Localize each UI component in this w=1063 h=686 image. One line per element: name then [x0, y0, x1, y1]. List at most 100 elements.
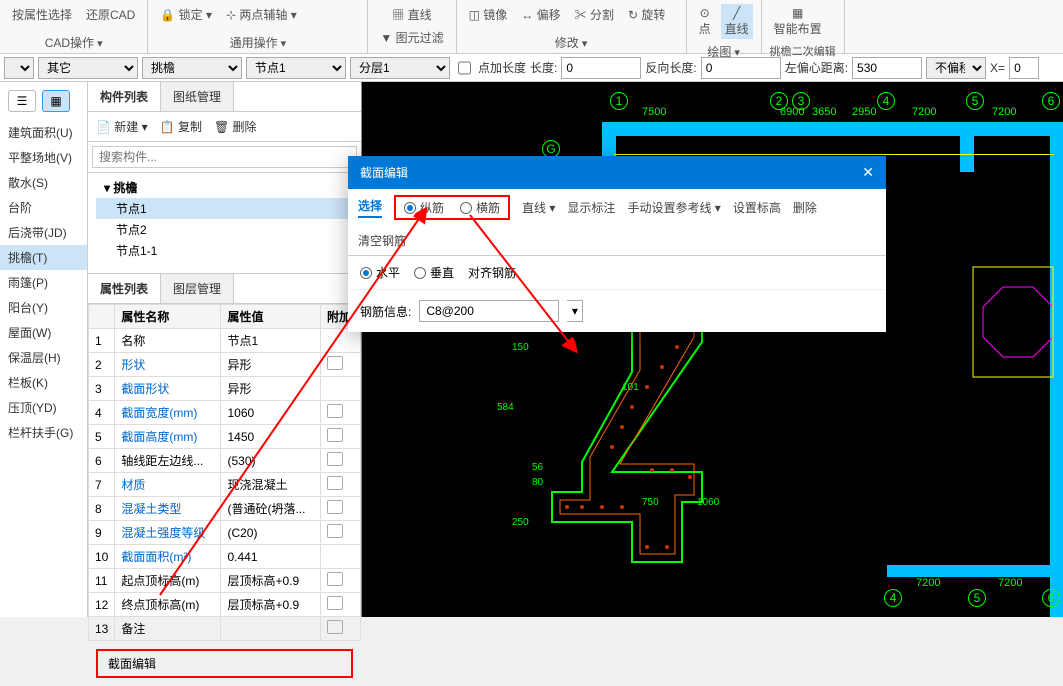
tool-delete[interactable]: 删除: [793, 199, 817, 216]
property-row[interactable]: 8混凝土类型(普通砼(坍落...: [89, 497, 361, 521]
tool-set-scale[interactable]: 设置标高: [733, 199, 781, 216]
search-input[interactable]: [92, 146, 357, 168]
property-row[interactable]: 10截面面积(m²)0.441: [89, 545, 361, 569]
section-shape: [522, 302, 732, 582]
tab-drawing-manage[interactable]: 图纸管理: [161, 82, 234, 111]
reverse-length-input[interactable]: [701, 57, 781, 79]
dim: 584: [497, 402, 514, 413]
split[interactable]: ✂ 分割: [571, 4, 618, 25]
radio-longitudinal[interactable]: 纵筋: [404, 199, 444, 216]
left-offset-input[interactable]: [852, 57, 922, 79]
sidebar-item[interactable]: 屋面(W): [0, 320, 87, 345]
line-tool[interactable]: ▦ 直线: [388, 4, 435, 25]
property-row[interactable]: 4截面宽度(mm)1060: [89, 401, 361, 425]
sidebar-item[interactable]: 阳台(Y): [0, 295, 87, 320]
sidebar-item[interactable]: 散水(S): [0, 170, 87, 195]
two-point-axis[interactable]: ⊹ 两点辅轴 ▾: [222, 4, 301, 25]
offset[interactable]: ↔ 偏移: [517, 4, 564, 25]
property-row[interactable]: 1名称节点1: [89, 329, 361, 353]
grid-view-icon[interactable]: ▦: [42, 90, 70, 112]
point-add-length-checkbox[interactable]: [458, 57, 471, 79]
rebar-direction-group: 纵筋 横筋: [394, 195, 510, 220]
dialog-title-text: 截面编辑: [360, 164, 408, 181]
property-row[interactable]: 6轴线距左边线...(530): [89, 449, 361, 473]
element-filter[interactable]: ▼ 图元过滤: [376, 27, 447, 48]
tree-parent[interactable]: ▾ 挑檐: [96, 177, 353, 198]
x-input[interactable]: [1009, 57, 1039, 79]
property-row[interactable]: 12终点顶标高(m)层顶标高+0.9: [89, 593, 361, 617]
radio-vertical[interactable]: 垂直: [414, 264, 454, 281]
select-layer[interactable]: 分层1: [350, 57, 450, 79]
axis-dim: 6900: [780, 106, 804, 118]
tool-show-dim[interactable]: 显示标注: [567, 199, 615, 216]
property-row[interactable]: 3截面形状异形: [89, 377, 361, 401]
col-value: 属性值: [221, 305, 321, 329]
rebar-dropdown-icon[interactable]: ▾: [567, 300, 583, 322]
sidebar-item[interactable]: 台阶: [0, 195, 87, 220]
length-input[interactable]: [561, 57, 641, 79]
tree-item[interactable]: 节点1-1: [96, 240, 353, 261]
sidebar-item[interactable]: 平整场地(V): [0, 145, 87, 170]
rebar-info-row: 钢筋信息: ▾: [348, 290, 886, 332]
tool-line[interactable]: 直线 ▾: [522, 199, 555, 216]
left-offset-label: 左偏心距离:: [785, 59, 848, 76]
axis-marker: 5: [968, 589, 986, 607]
property-row[interactable]: 11起点顶标高(m)层顶标高+0.9: [89, 569, 361, 593]
line-tool-2[interactable]: ╱直线: [721, 4, 753, 39]
tree-item[interactable]: 节点1: [96, 198, 353, 219]
dialog-titlebar[interactable]: 截面编辑 ✕: [348, 156, 886, 189]
section-edit-button[interactable]: 截面编辑: [96, 649, 353, 678]
sidebar-item[interactable]: 挑檐(T): [0, 245, 87, 270]
copy-button[interactable]: 📋 复制: [160, 118, 202, 135]
tab-property-list[interactable]: 属性列表: [88, 274, 161, 303]
x-label: X=: [990, 61, 1005, 75]
property-panel: 属性列表 图层管理 属性名称 属性值 附加 1名称节点12形状异形3截面形状异形…: [88, 273, 361, 686]
new-button[interactable]: 📄 新建 ▾: [96, 118, 148, 135]
offset-select[interactable]: 不偏移: [926, 57, 986, 79]
axis-dim: 2950: [852, 106, 876, 118]
select-category[interactable]: 其它: [38, 57, 138, 79]
ribbon-group-cad: 按属性选择 还原CAD CAD操作 ▾: [0, 0, 148, 53]
tab-component-list[interactable]: 构件列表: [88, 82, 161, 111]
tool-manual-ref[interactable]: 手动设置参考线 ▾: [627, 199, 720, 216]
property-row[interactable]: 13备注: [89, 617, 361, 641]
select-node[interactable]: 节点1: [246, 57, 346, 79]
sidebar-item[interactable]: 保温层(H): [0, 345, 87, 370]
rebar-info-input[interactable]: [419, 300, 559, 322]
restore-cad[interactable]: 还原CAD: [82, 4, 139, 25]
dim: 1060: [697, 497, 719, 508]
rotate[interactable]: ↻ 旋转: [624, 4, 669, 25]
sidebar-item[interactable]: 栏板(K): [0, 370, 87, 395]
lock-button[interactable]: 🔒 锁定 ▾: [156, 4, 216, 25]
property-row[interactable]: 7材质现浇混凝土: [89, 473, 361, 497]
dim: 750: [642, 497, 659, 508]
sidebar-item[interactable]: 建筑面积(U): [0, 120, 87, 145]
tab-layer-manage[interactable]: 图层管理: [161, 274, 234, 303]
select-by-property[interactable]: 按属性选择: [8, 4, 76, 25]
radio-horizontal[interactable]: 水平: [360, 264, 400, 281]
close-icon[interactable]: ✕: [862, 164, 874, 181]
sidebar-item[interactable]: 后浇带(JD): [0, 220, 87, 245]
sidebar-item[interactable]: 雨篷(P): [0, 270, 87, 295]
delete-button[interactable]: 🗑 删除: [214, 118, 257, 135]
mirror[interactable]: ◫ 镜像: [465, 4, 512, 25]
section-edit-dialog: 截面编辑 ✕ 选择 纵筋 横筋 直线 ▾ 显示标注 手动设置参考线 ▾ 设置标高…: [348, 156, 886, 332]
property-row[interactable]: 2形状异形: [89, 353, 361, 377]
smart-layout[interactable]: ▦智能布置: [770, 4, 826, 39]
tree-item[interactable]: 节点2: [96, 219, 353, 240]
property-row[interactable]: 9混凝土强度等级(C20): [89, 521, 361, 545]
property-row[interactable]: 5截面高度(mm)1450: [89, 425, 361, 449]
radio-transverse[interactable]: 横筋: [460, 199, 500, 216]
tool-align-rebar[interactable]: 对齐钢筋: [468, 264, 516, 281]
dim: 56: [532, 462, 543, 473]
list-view-icon[interactable]: ☰: [8, 90, 36, 112]
sidebar-item[interactable]: 压顶(YD): [0, 395, 87, 420]
axis-dim: 7200: [916, 577, 940, 589]
dim: 80: [532, 477, 543, 488]
sidebar-item[interactable]: 栏杆扶手(G): [0, 420, 87, 445]
select-floor[interactable]: [4, 57, 34, 79]
select-type[interactable]: 挑檐: [142, 57, 242, 79]
tool-select[interactable]: 选择: [358, 197, 382, 218]
point-tool[interactable]: ⊙点: [695, 4, 715, 39]
tool-clear-rebar[interactable]: 清空钢筋: [358, 232, 406, 249]
